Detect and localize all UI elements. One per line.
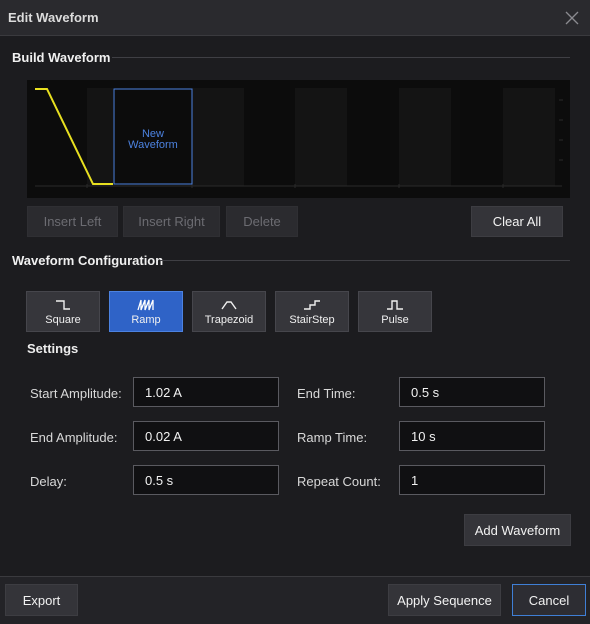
insert-left-button[interactable]: Insert Left <box>27 206 118 237</box>
ramp-time-field[interactable]: 10 s <box>399 421 545 451</box>
type-square-label: Square <box>45 313 81 326</box>
repeat-count-label: Repeat Count: <box>297 474 381 489</box>
apply-sequence-button[interactable]: Apply Sequence <box>388 584 501 616</box>
ramp-time-label: Ramp Time: <box>297 430 368 445</box>
square-wave-icon <box>56 299 70 310</box>
start-amplitude-field[interactable]: 1.02 A <box>133 377 279 407</box>
waveform-configuration-heading: Waveform Configuration <box>12 253 164 268</box>
ramp-wave-icon <box>137 299 154 310</box>
close-icon[interactable] <box>564 10 580 26</box>
type-stairstep-button[interactable]: StairStep <box>275 291 349 332</box>
trapezoid-wave-icon <box>221 300 237 309</box>
delete-button[interactable]: Delete <box>226 206 298 237</box>
type-ramp-label: Ramp <box>131 313 161 326</box>
end-time-field[interactable]: 0.5 s <box>399 377 545 407</box>
clear-all-button[interactable]: Clear All <box>471 206 563 237</box>
add-waveform-button[interactable]: Add Waveform <box>464 514 571 546</box>
insert-right-button[interactable]: Insert Right <box>123 206 220 237</box>
delay-field[interactable]: 0.5 s <box>133 465 279 495</box>
start-amplitude-label: Start Amplitude: <box>30 386 122 401</box>
end-time-label: End Time: <box>297 386 356 401</box>
dialog-title: Edit Waveform <box>8 10 99 25</box>
type-ramp-button[interactable]: Ramp <box>109 291 183 332</box>
build-waveform-heading: Build Waveform <box>12 50 111 65</box>
new-waveform-label-line2: Waveform <box>128 139 178 151</box>
stairstep-wave-icon <box>304 299 320 310</box>
build-waveform-divider <box>112 57 570 58</box>
type-stairstep-label: StairStep <box>289 313 335 326</box>
type-trapezoid-label: Trapezoid <box>204 313 254 326</box>
delay-label: Delay: <box>30 474 67 489</box>
repeat-count-field[interactable]: 1 <box>399 465 545 495</box>
type-square-button[interactable]: Square <box>26 291 100 332</box>
settings-heading: Settings <box>27 341 79 356</box>
cancel-button[interactable]: Cancel <box>512 584 586 616</box>
type-pulse-button[interactable]: Pulse <box>358 291 432 332</box>
waveform-configuration-divider <box>160 260 570 261</box>
end-amplitude-field[interactable]: 0.02 A <box>133 421 279 451</box>
pulse-wave-icon <box>387 299 403 310</box>
dialog-footer <box>0 576 590 624</box>
type-trapezoid-button[interactable]: Trapezoid <box>192 291 266 332</box>
waveform-preview-canvas[interactable]: New Waveform <box>27 80 570 198</box>
type-pulse-label: Pulse <box>381 313 409 326</box>
dialog-titlebar: Edit Waveform <box>0 0 590 36</box>
end-amplitude-label: End Amplitude: <box>30 430 118 445</box>
export-button[interactable]: Export <box>5 584 78 616</box>
